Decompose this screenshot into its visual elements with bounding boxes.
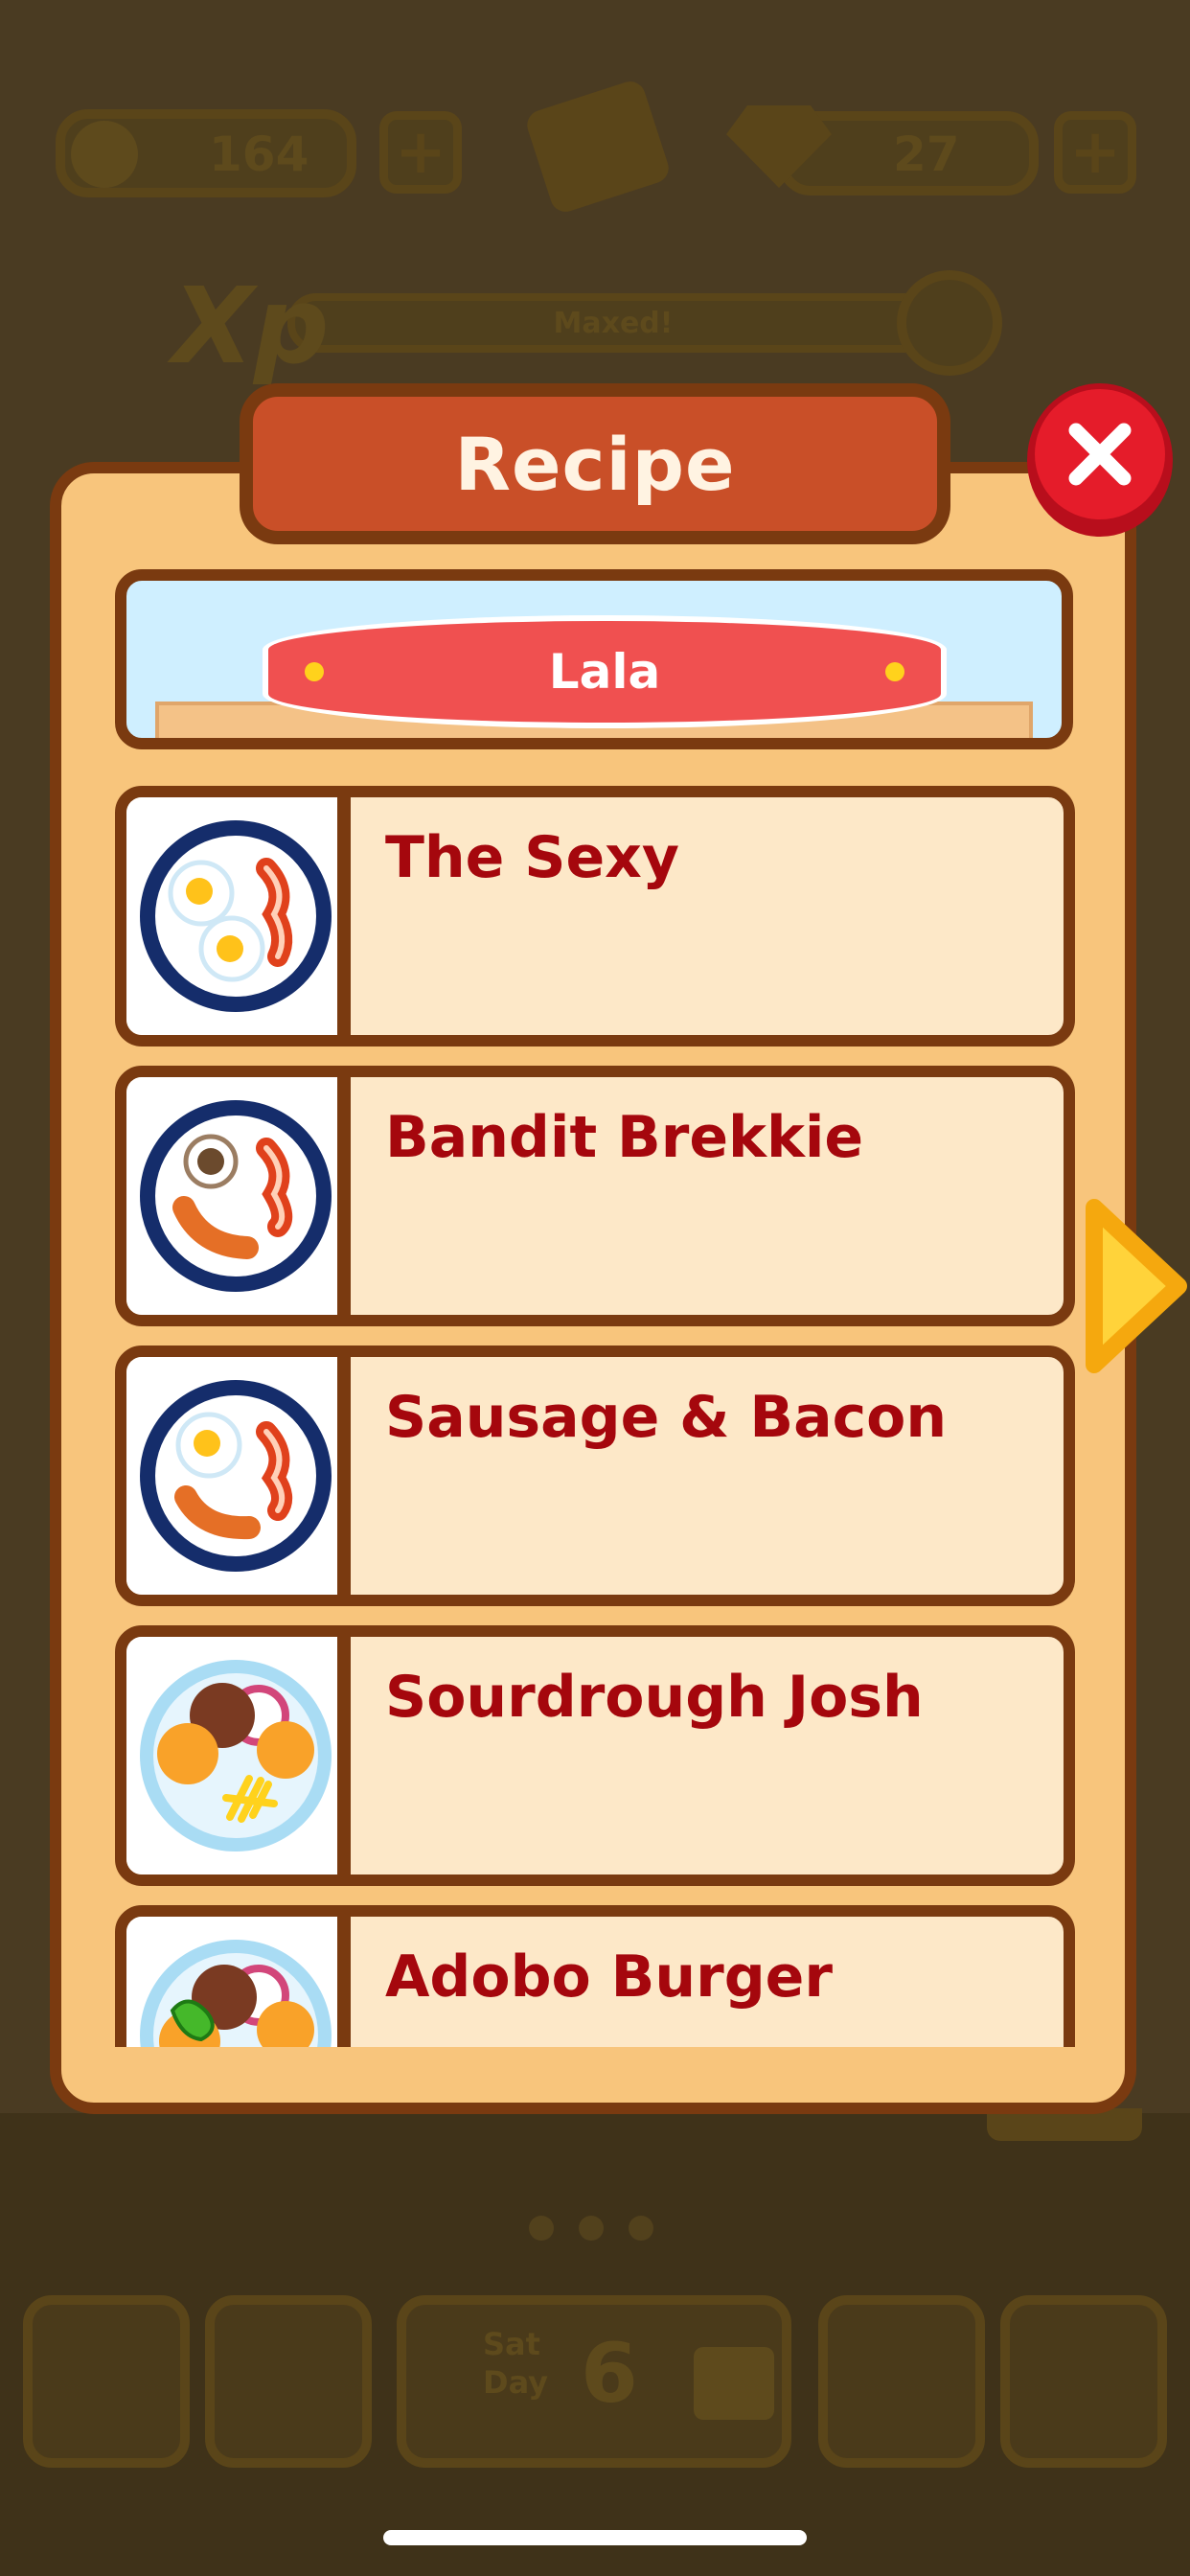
modal-title: Recipe	[454, 421, 736, 507]
eggs-bacon-plate-icon	[140, 820, 332, 1012]
recipe-item[interactable]: The Sexy	[115, 786, 1075, 1046]
xp-level-icon	[897, 270, 1002, 376]
next-page-arrow-icon[interactable]	[1081, 1194, 1190, 1378]
recipe-image	[126, 1637, 351, 1874]
day-label: Day	[483, 2364, 549, 2401]
recipe-image	[126, 797, 351, 1035]
patty-bun-fries-plate-icon	[140, 1660, 332, 1852]
recipe-name: Sausage & Bacon	[385, 1384, 948, 1451]
xp-bar: Maxed!	[287, 293, 939, 353]
recipe-image	[126, 1917, 351, 2047]
recipe-list[interactable]: The Sexy Bandit Brekkie Sausage & Bacon	[115, 786, 1075, 2047]
add-coins-button[interactable]: +	[379, 111, 462, 194]
coin-amount: 164	[209, 126, 309, 182]
stud-icon	[305, 662, 324, 681]
page-dot	[579, 2216, 604, 2241]
title-banner: Recipe	[240, 383, 950, 544]
recipe-name: Bandit Brekkie	[385, 1104, 864, 1171]
recipe-name: Sourdrough Josh	[385, 1664, 924, 1731]
day-panel[interactable]: Sat Day 6	[397, 2295, 791, 2468]
recipe-name: The Sexy	[385, 824, 679, 891]
home-indicator	[383, 2530, 807, 2545]
plus-icon: +	[395, 117, 446, 188]
rewards-button[interactable]	[818, 2295, 985, 2468]
xp-status: Maxed!	[553, 307, 674, 340]
coin-counter: 164	[56, 109, 356, 197]
xp-badge: Xp	[172, 264, 330, 387]
page-dot	[529, 2216, 554, 2241]
coin-icon	[71, 121, 138, 188]
day-name: Sat	[483, 2326, 540, 2362]
chef-header: Lala	[115, 569, 1073, 749]
add-gems-button[interactable]: +	[1054, 111, 1136, 194]
settings-button[interactable]	[1000, 2295, 1167, 2468]
daily-gift-icon[interactable]	[523, 77, 673, 217]
gift-icon	[694, 2347, 774, 2420]
close-icon	[1035, 389, 1165, 519]
recipe-book-button[interactable]	[23, 2295, 190, 2468]
staff-button[interactable]	[205, 2295, 372, 2468]
recipe-image	[126, 1357, 351, 1595]
recipe-item[interactable]: Sourdrough Josh	[115, 1625, 1075, 1886]
chef-name: Lala	[548, 644, 661, 700]
mushroom-bacon-sausage-plate-icon	[140, 1100, 332, 1292]
page-dot	[629, 2216, 653, 2241]
recipe-item[interactable]: Bandit Brekkie	[115, 1066, 1075, 1326]
recipe-item[interactable]: Adobo Burger	[115, 1905, 1075, 2047]
burger-pepper-plate-icon	[140, 1940, 332, 2047]
chef-name-plate: Lala	[263, 615, 947, 728]
plus-icon: +	[1069, 117, 1121, 188]
recipe-image	[126, 1077, 351, 1315]
gem-amount: 27	[893, 126, 960, 182]
stud-icon	[885, 662, 904, 681]
close-button[interactable]	[1027, 383, 1173, 537]
recipe-item[interactable]: Sausage & Bacon	[115, 1346, 1075, 1606]
day-number: 6	[581, 2326, 638, 2422]
egg-bacon-sausage-plate-icon	[140, 1380, 332, 1572]
recipe-name: Adobo Burger	[385, 1944, 833, 2011]
